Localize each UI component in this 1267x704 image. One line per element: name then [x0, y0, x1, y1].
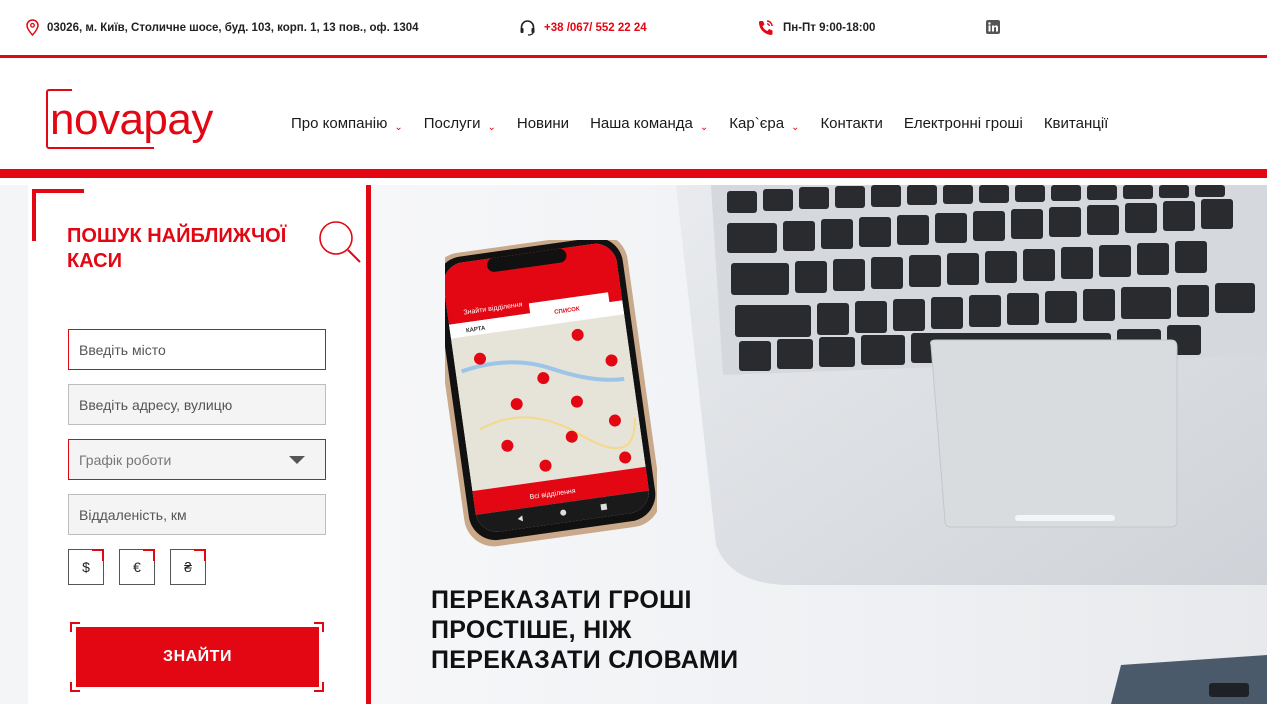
- distance-input-placeholder: Віддаленість, км: [79, 506, 187, 523]
- panel-title: Пошук найближчої каси: [67, 225, 287, 272]
- location-pin-icon: [26, 19, 39, 36]
- novapay-logo[interactable]: novapay: [42, 88, 248, 152]
- chevron-down-icon: ⌄: [791, 122, 800, 133]
- find-button-label: Знайти: [163, 648, 232, 665]
- city-input-placeholder: Введіть місто: [79, 341, 166, 358]
- chevron-down-icon: ⌄: [487, 122, 496, 133]
- city-input[interactable]: Введіть місто: [68, 329, 326, 370]
- address: 03026, м. Київ, Столичне шосе, буд. 103,…: [26, 19, 419, 36]
- currency-uah-button[interactable]: ₴: [170, 549, 206, 585]
- nav-label: Контакти: [820, 115, 883, 132]
- phone-link[interactable]: +38 /067/ 552 22 24: [519, 19, 647, 36]
- address-text: 03026, м. Київ, Столичне шосе, буд. 103,…: [47, 21, 419, 34]
- currency-eur-button[interactable]: €: [119, 549, 155, 585]
- headline-line: переказати словами: [431, 646, 739, 674]
- schedule-select-label: Графік роботи: [79, 451, 172, 468]
- find-button[interactable]: Знайти: [76, 627, 319, 687]
- nav-item-services[interactable]: Послуги ⌄: [423, 115, 496, 133]
- linkedin-icon: [986, 20, 1000, 34]
- nav-item-contacts[interactable]: Контакти: [820, 115, 882, 132]
- currency-label: €: [133, 559, 141, 575]
- hours-text: Пн-Пт 9:00-18:00: [783, 21, 876, 34]
- nav-label: Квитанції: [1043, 115, 1109, 132]
- currency-label: $: [82, 559, 90, 575]
- panel-background-edge: [0, 185, 28, 704]
- nav-item-about[interactable]: Про компанію ⌄: [291, 115, 403, 133]
- nav-label: Електронні гроші: [903, 115, 1023, 132]
- phone-mockup: Знайти відділення КАРТА СПИСОК Всі відді…: [445, 240, 657, 547]
- linkedin-link[interactable]: [986, 20, 1008, 34]
- header-divider: [0, 169, 1267, 178]
- nav-label: Послуги: [423, 115, 481, 132]
- schedule-select[interactable]: Графік роботи: [68, 439, 326, 480]
- headset-icon: [520, 20, 535, 36]
- headline-line: простіше, ніж: [431, 616, 632, 644]
- hero-headline: Переказати гроші простіше, ніж переказат…: [431, 585, 738, 675]
- dropdown-arrow-icon: [289, 456, 305, 464]
- nav-label: Кар`єра: [729, 115, 785, 132]
- panel-divider: [366, 185, 371, 704]
- main-header: novapay Про компанію ⌄ Послуги ⌄ Новини На…: [0, 58, 1267, 174]
- working-hours: Пн-Пт 9:00-18:00: [757, 19, 875, 36]
- search-icon: [319, 221, 361, 263]
- nav-item-career[interactable]: Кар`єра ⌄: [729, 115, 800, 133]
- svg-text:novapay: novapay: [50, 95, 213, 144]
- main-nav: Про компанію ⌄ Послуги ⌄ Новини Наша коман…: [291, 115, 1129, 133]
- chevron-down-icon: ⌄: [699, 122, 709, 133]
- currency-label: ₴: [184, 559, 192, 575]
- currency-usd-button[interactable]: $: [68, 549, 104, 585]
- nav-item-news[interactable]: Новини: [517, 115, 569, 132]
- distance-input[interactable]: Віддаленість, км: [68, 494, 326, 535]
- nav-label: Наша команда: [590, 115, 693, 132]
- phone-text: +38 /067/ 552 22 24: [544, 21, 647, 34]
- nav-item-receipts[interactable]: Квитанції: [1044, 115, 1109, 132]
- nav-item-team[interactable]: Наша команда ⌄: [590, 115, 709, 133]
- top-bar: 03026, м. Київ, Столичне шосе, буд. 103,…: [0, 0, 1267, 58]
- nav-label: Новини: [516, 115, 570, 132]
- address-input-placeholder: Введіть адресу, вулицю: [79, 396, 233, 413]
- nav-label: Про компанію: [291, 115, 388, 132]
- phone-call-icon: [759, 20, 773, 35]
- address-input[interactable]: Введіть адресу, вулицю: [68, 384, 326, 425]
- chevron-down-icon: ⌄: [394, 122, 403, 133]
- headline-line: Переказати гроші: [431, 586, 692, 614]
- nav-item-emoney[interactable]: Електронні гроші: [904, 115, 1023, 132]
